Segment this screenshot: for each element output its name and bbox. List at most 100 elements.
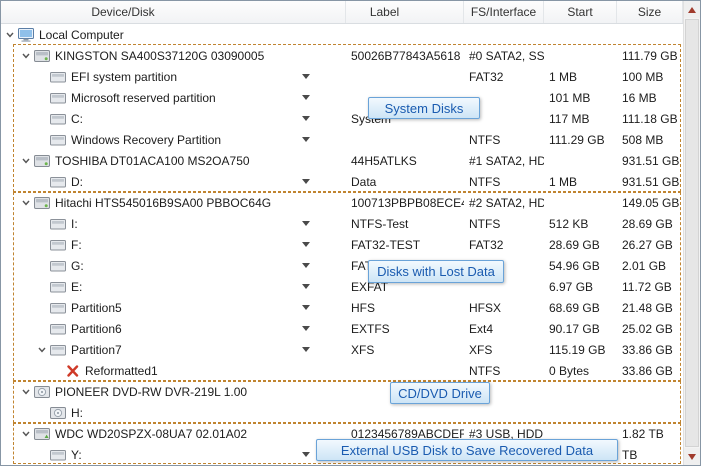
- device-cell: Partition7: [1, 339, 346, 360]
- column-header-device[interactable]: Device/Disk: [1, 1, 346, 23]
- expand-chevron-icon[interactable]: [35, 345, 49, 355]
- table-row[interactable]: D: Data NTFS 1 MB 931.51 GB: [1, 171, 700, 192]
- size-cell: 33.86 GB: [622, 342, 673, 357]
- fs-cell: NTFS: [469, 216, 501, 231]
- column-header-label[interactable]: Label: [346, 1, 464, 23]
- table-row[interactable]: E: EXFAT 6.97 GB 11.72 GB: [1, 276, 700, 297]
- callout-external-usb-disk: External USB Disk to Save Recovered Data: [316, 439, 618, 461]
- table-row[interactable]: G: FAT-TEST FAT 54.96 GB 2.01 GB: [1, 255, 700, 276]
- table-row[interactable]: F: FAT32-TEST FAT32 28.69 GB 26.27 GB: [1, 234, 700, 255]
- fs-cell: #2 SATA2, HDD: [469, 195, 544, 210]
- fs-cell: #1 SATA2, HDD: [469, 153, 544, 168]
- device-cell: PIONEER DVD-RW DVR-219L 1.00: [1, 381, 346, 402]
- start-cell: 1 MB: [549, 174, 578, 189]
- table-row[interactable]: C: System 117 MB 111.18 GB: [1, 108, 700, 129]
- dropdown-arrow-icon[interactable]: [302, 326, 310, 331]
- device-name: C:: [71, 111, 83, 126]
- dropdown-arrow-icon[interactable]: [302, 263, 310, 268]
- column-header-fs[interactable]: FS/Interface: [464, 1, 544, 23]
- dropdown-arrow-icon[interactable]: [302, 179, 310, 184]
- fs-cell: #0 SATA2, SSD: [469, 48, 544, 63]
- device-name: Partition6: [71, 321, 122, 336]
- table-row[interactable]: Reformatted1 NTFS 0 Bytes 33.86 GB: [1, 360, 700, 381]
- dropdown-arrow-icon[interactable]: [302, 116, 310, 121]
- usb-disk-icon: [34, 427, 50, 441]
- device-name: KINGSTON SA400S37120G 03090005: [55, 48, 265, 63]
- scroll-down-button[interactable]: [684, 448, 700, 465]
- expand-chevron-icon[interactable]: [3, 30, 17, 40]
- dropdown-arrow-icon[interactable]: [302, 305, 310, 310]
- partition-icon: [50, 343, 66, 357]
- dropdown-arrow-icon[interactable]: [302, 137, 310, 142]
- expand-chevron-icon[interactable]: [19, 387, 33, 397]
- size-cell: 931.51 GB: [622, 153, 680, 168]
- column-header-row: Device/Disk Label FS/Interface Start Siz…: [1, 1, 700, 24]
- table-row[interactable]: Hitachi HTS545016B9SA00 PBBOC64G 100713P…: [1, 192, 700, 213]
- device-name: WDC WD20SPZX-08UA7 02.01A02: [55, 426, 248, 441]
- scrollbar-thumb[interactable]: [685, 19, 699, 447]
- table-row[interactable]: Partition6 EXTFS Ext4 90.17 GB 25.02 GB: [1, 318, 700, 339]
- label-cell: EXTFS: [351, 321, 390, 336]
- size-cell: 931.51 GB: [622, 174, 680, 189]
- table-row[interactable]: PIONEER DVD-RW DVR-219L 1.00: [1, 381, 700, 402]
- callout-system-disks: System Disks: [368, 97, 480, 119]
- size-cell: 16 MB: [622, 90, 657, 105]
- table-row[interactable]: H:: [1, 402, 700, 423]
- expand-chevron-icon[interactable]: [19, 429, 33, 439]
- device-name: G:: [71, 258, 84, 273]
- device-name: Local Computer: [39, 27, 124, 42]
- table-row[interactable]: Local Computer: [1, 24, 700, 45]
- fs-cell: HFSX: [469, 300, 502, 315]
- table-row[interactable]: I: NTFS-Test NTFS 512 KB 28.69 GB: [1, 213, 700, 234]
- start-cell: 68.69 GB: [549, 300, 600, 315]
- start-cell: 115.19 GB: [549, 342, 606, 357]
- dropdown-arrow-icon[interactable]: [302, 95, 310, 100]
- device-cell: F:: [1, 234, 346, 255]
- label-cell: XFS: [351, 342, 375, 357]
- disk-icon: [34, 196, 50, 210]
- column-header-start[interactable]: Start: [544, 1, 617, 23]
- partition-icon: [50, 133, 66, 147]
- column-header-size[interactable]: Size: [617, 1, 683, 23]
- table-row[interactable]: KINGSTON SA400S37120G 03090005 50026B778…: [1, 45, 700, 66]
- vertical-scrollbar[interactable]: [683, 1, 700, 465]
- dropdown-arrow-icon[interactable]: [302, 452, 310, 457]
- dropdown-arrow-icon[interactable]: [302, 284, 310, 289]
- expand-chevron-icon[interactable]: [19, 198, 33, 208]
- size-cell: TB: [622, 447, 638, 462]
- scroll-up-button[interactable]: [684, 1, 700, 18]
- dropdown-arrow-icon[interactable]: [302, 347, 310, 352]
- expand-chevron-icon[interactable]: [19, 51, 33, 61]
- label-cell: 100713PBPB08ECE4XS0F: [351, 195, 464, 210]
- size-cell: 111.79 GB: [622, 48, 678, 63]
- start-cell: [544, 24, 617, 45]
- table-row[interactable]: Partition5 HFS HFSX 68.69 GB 21.48 GB: [1, 297, 700, 318]
- dropdown-arrow-icon[interactable]: [302, 74, 310, 79]
- size-cell: [617, 381, 683, 402]
- start-cell: 54.96 GB: [549, 258, 600, 273]
- expand-chevron-icon[interactable]: [19, 156, 33, 166]
- device-cell: H:: [1, 402, 346, 423]
- size-cell: 100 MB: [622, 69, 664, 84]
- table-row[interactable]: Microsoft reserved partition 101 MB 16 M…: [1, 87, 700, 108]
- device-cell: C:: [1, 108, 346, 129]
- dropdown-arrow-icon[interactable]: [302, 221, 310, 226]
- start-cell: [544, 402, 617, 423]
- table-row[interactable]: Windows Recovery Partition NTFS 111.29 G…: [1, 129, 700, 150]
- partition-icon: [50, 70, 66, 84]
- start-cell: [544, 45, 617, 66]
- table-row[interactable]: EFI system partition FAT32 1 MB 100 MB: [1, 66, 700, 87]
- device-cell: I:: [1, 213, 346, 234]
- dropdown-arrow-icon[interactable]: [302, 242, 310, 247]
- start-cell: 90.17 GB: [549, 321, 600, 336]
- table-row[interactable]: Partition7 XFS XFS 115.19 GB 33.86 GB: [1, 339, 700, 360]
- table-row[interactable]: TOSHIBA DT01ACA100 MS2OA750 44H5ATLKS #1…: [1, 150, 700, 171]
